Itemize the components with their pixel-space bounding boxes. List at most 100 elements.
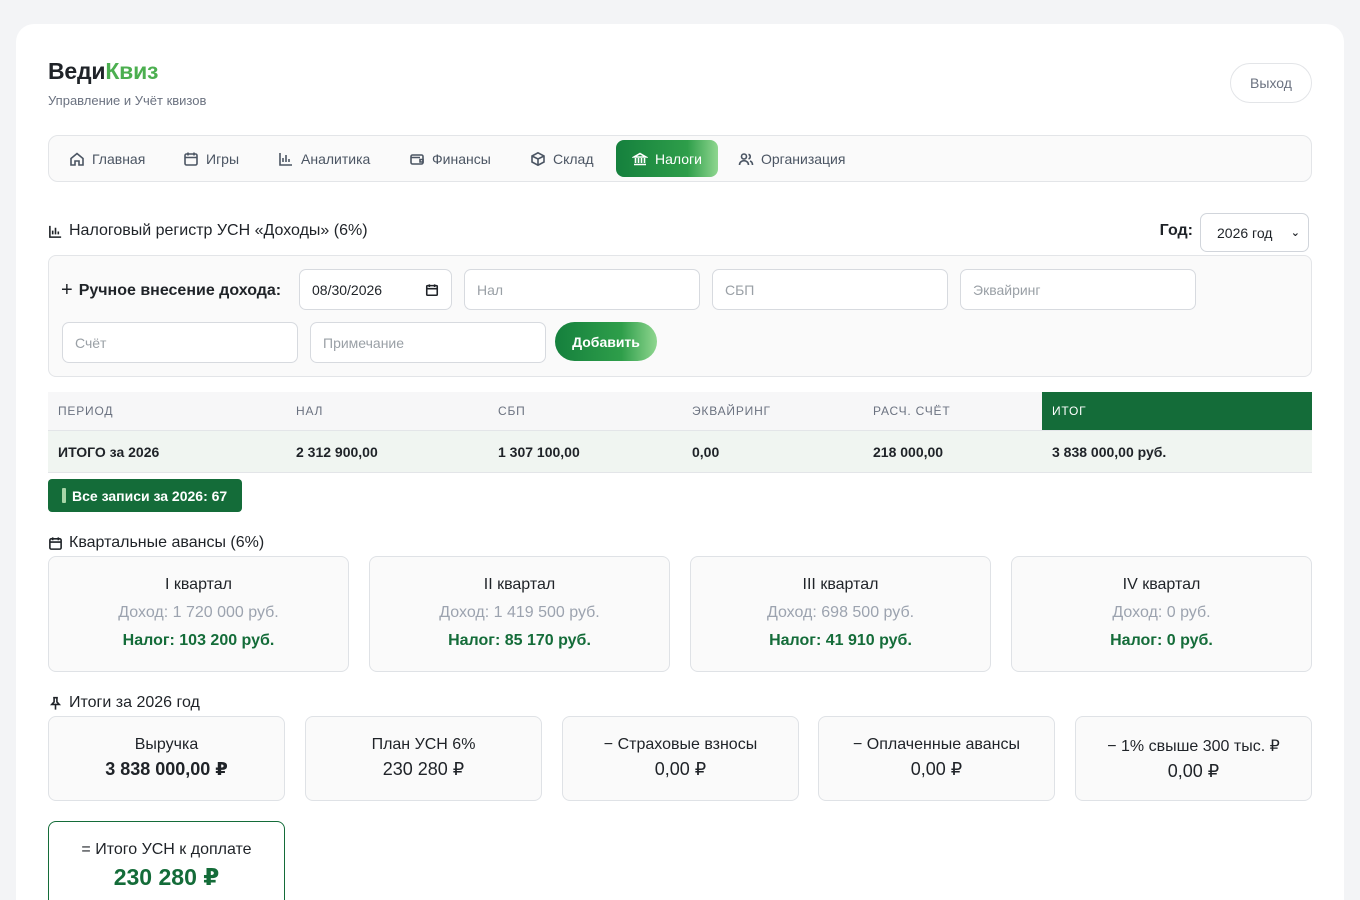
chevron-down-icon: ⌄: [1290, 227, 1300, 239]
plus-icon: +: [61, 279, 73, 301]
manual-income-form: + Ручное внесение дохода: 08/30/2026 Нал…: [48, 255, 1312, 377]
users-icon: [738, 152, 754, 165]
calendar-icon: [184, 152, 198, 166]
home-icon: [70, 151, 84, 166]
summary-card-one-percent: − 1% свыше 300 тыс. ₽ 0,00 ₽: [1075, 716, 1312, 801]
summary-card-insurance: − Страховые взносы 0,00 ₽: [562, 716, 799, 801]
nav-item-label: Налоги: [655, 150, 702, 167]
quarter-tax: Налог: 0 руб.: [1110, 632, 1213, 649]
summary-label: − Оплаченные авансы: [853, 736, 1020, 753]
records-icon: [62, 488, 66, 503]
nav-item-label: Финансы: [432, 150, 491, 167]
wallet-icon: [410, 153, 424, 165]
quarter-name: II квартал: [483, 576, 556, 593]
nav-item-label: Главная: [92, 150, 146, 167]
table-cell: ИТОГО за 2026: [58, 444, 160, 460]
summary-card-final: = Итого УСН к доплате 230 280 ₽: [48, 821, 285, 900]
quarter-income: Доход: 1 720 000 руб.: [118, 604, 279, 621]
nav-item-label: Игры: [206, 150, 240, 167]
brand-part-2: Квиз: [105, 58, 159, 84]
quarter-card-2: II квартал Доход: 1 419 500 руб. Налог: …: [369, 556, 670, 672]
year-label: Год:: [1159, 222, 1193, 239]
quarter-card-4: IV квартал Доход: 0 руб. Налог: 0 руб.: [1011, 556, 1312, 672]
summary-label: План УСН 6%: [371, 736, 476, 753]
brand-logo: ВедиКвиз: [48, 58, 158, 85]
date-input-value: 08/30/2026: [312, 281, 383, 298]
pin-icon: [49, 696, 62, 710]
table-cell: 3 838 000,00 руб.: [1052, 444, 1167, 460]
summary-card-plan: План УСН 6% 230 280 ₽: [305, 716, 542, 801]
note-input[interactable]: Примечание: [310, 322, 546, 363]
table-cell: 1 307 100,00: [498, 444, 580, 460]
summary-card-revenue: Выручка 3 838 000,00 ₽: [48, 716, 285, 801]
summary-value: 0,00 ₽: [654, 759, 707, 779]
brand-subtitle: Управление и Учёт квизов: [48, 93, 207, 108]
summary-title: Итоги за 2026 год: [48, 694, 200, 712]
final-label: = Итого УСН к доплате: [81, 841, 252, 858]
summary-label: − 1% свыше 300 тыс. ₽: [1107, 738, 1280, 755]
year-select-value: 2026 год: [1217, 224, 1273, 241]
cash-input[interactable]: Нал: [464, 269, 700, 310]
all-records-button[interactable]: Все записи за 2026: 67: [48, 479, 242, 512]
register-title-text: Налоговый регистр УСН «Доходы» (6%): [69, 222, 368, 239]
summary-title-text: Итоги за 2026 год: [69, 694, 200, 711]
summary-label: − Страховые взносы: [603, 736, 758, 753]
summary-value: 0,00 ₽: [910, 759, 963, 779]
nav-item-label: Склад: [553, 150, 594, 167]
main-card: ВедиКвиз Управление и Учёт квизов Выход …: [16, 24, 1344, 900]
table-cell: 2 312 900,00: [296, 444, 378, 460]
column-header-acquiring: ЭКВАЙРИНГ: [692, 404, 771, 418]
quarters-title: Квартальные авансы (6%): [48, 534, 264, 552]
brand-part-1: Веди: [48, 58, 106, 84]
manual-income-label: + Ручное внесение дохода:: [61, 279, 281, 302]
table-cell: 218 000,00: [873, 444, 944, 460]
nav-item-label: Организация: [761, 150, 846, 167]
quarter-tax: Налог: 85 170 руб.: [448, 632, 591, 649]
summary-label: Выручка: [134, 736, 199, 753]
summary-value: 3 838 000,00 ₽: [105, 759, 228, 779]
bar-chart-icon: [49, 225, 62, 238]
summary-value: 0,00 ₽: [1167, 761, 1220, 781]
table-row-total: ИТОГО за 2026 2 312 900,00 1 307 100,00 …: [48, 430, 1312, 473]
nav-item-analytics[interactable]: Аналитика: [262, 140, 386, 177]
nav-item-finance[interactable]: Финансы: [393, 140, 507, 177]
quarter-card-1: I квартал Доход: 1 720 000 руб. Налог: 1…: [48, 556, 349, 672]
column-header-cash: НАЛ: [296, 404, 324, 418]
add-income-button[interactable]: Добавить: [555, 322, 657, 361]
bank-icon: [632, 152, 648, 165]
nav-item-home[interactable]: Главная: [53, 140, 161, 177]
quarter-income: Доход: 698 500 руб.: [766, 604, 915, 621]
date-input[interactable]: 08/30/2026: [299, 269, 452, 310]
nav-item-warehouse[interactable]: Склад: [514, 140, 610, 177]
nav-item-label: Аналитика: [301, 150, 371, 167]
summary-value: 230 280 ₽: [382, 759, 465, 779]
column-header-account: РАСЧ. СЧЁТ: [873, 404, 951, 418]
nav-item-taxes[interactable]: Налоги: [616, 140, 718, 177]
quarter-income: Доход: 1 419 500 руб.: [439, 604, 600, 621]
bar-chart-icon: [279, 152, 292, 166]
quarter-name: I квартал: [164, 576, 233, 593]
register-title: Налоговый регистр УСН «Доходы» (6%): [48, 222, 368, 240]
quarter-card-3: III квартал Доход: 698 500 руб. Налог: 4…: [690, 556, 991, 672]
column-header-sbp: СБП: [498, 404, 526, 418]
account-input[interactable]: Счёт: [62, 322, 298, 363]
column-header-total: ИТОГ: [1042, 392, 1312, 430]
calendar-icon[interactable]: [425, 283, 439, 297]
box-icon: [531, 151, 545, 166]
quarter-name: III квартал: [802, 576, 879, 593]
calendar-icon: [49, 536, 62, 550]
nav-item-organization[interactable]: Организация: [722, 140, 861, 177]
acquiring-input[interactable]: Эквайринг: [960, 269, 1196, 310]
sbp-input[interactable]: СБП: [712, 269, 948, 310]
table-cell: 0,00: [692, 444, 720, 460]
column-header-period: ПЕРИОД: [58, 404, 114, 418]
tax-register-table: ПЕРИОД НАЛ СБП ЭКВАЙРИНГ РАСЧ. СЧЁТ ИТОГ…: [48, 392, 1312, 473]
logout-button[interactable]: Выход: [1230, 63, 1312, 103]
summary-card-advances: − Оплаченные авансы 0,00 ₽: [818, 716, 1055, 801]
manual-income-label-text: Ручное внесение дохода:: [78, 281, 282, 299]
year-select[interactable]: 2026 год ⌄: [1200, 213, 1309, 252]
table-header: ПЕРИОД НАЛ СБП ЭКВАЙРИНГ РАСЧ. СЧЁТ ИТОГ: [48, 392, 1312, 430]
final-value: 230 280 ₽: [113, 864, 220, 890]
nav-item-games[interactable]: Игры: [167, 140, 255, 177]
all-records-label: Все записи за 2026: 67: [72, 487, 228, 504]
